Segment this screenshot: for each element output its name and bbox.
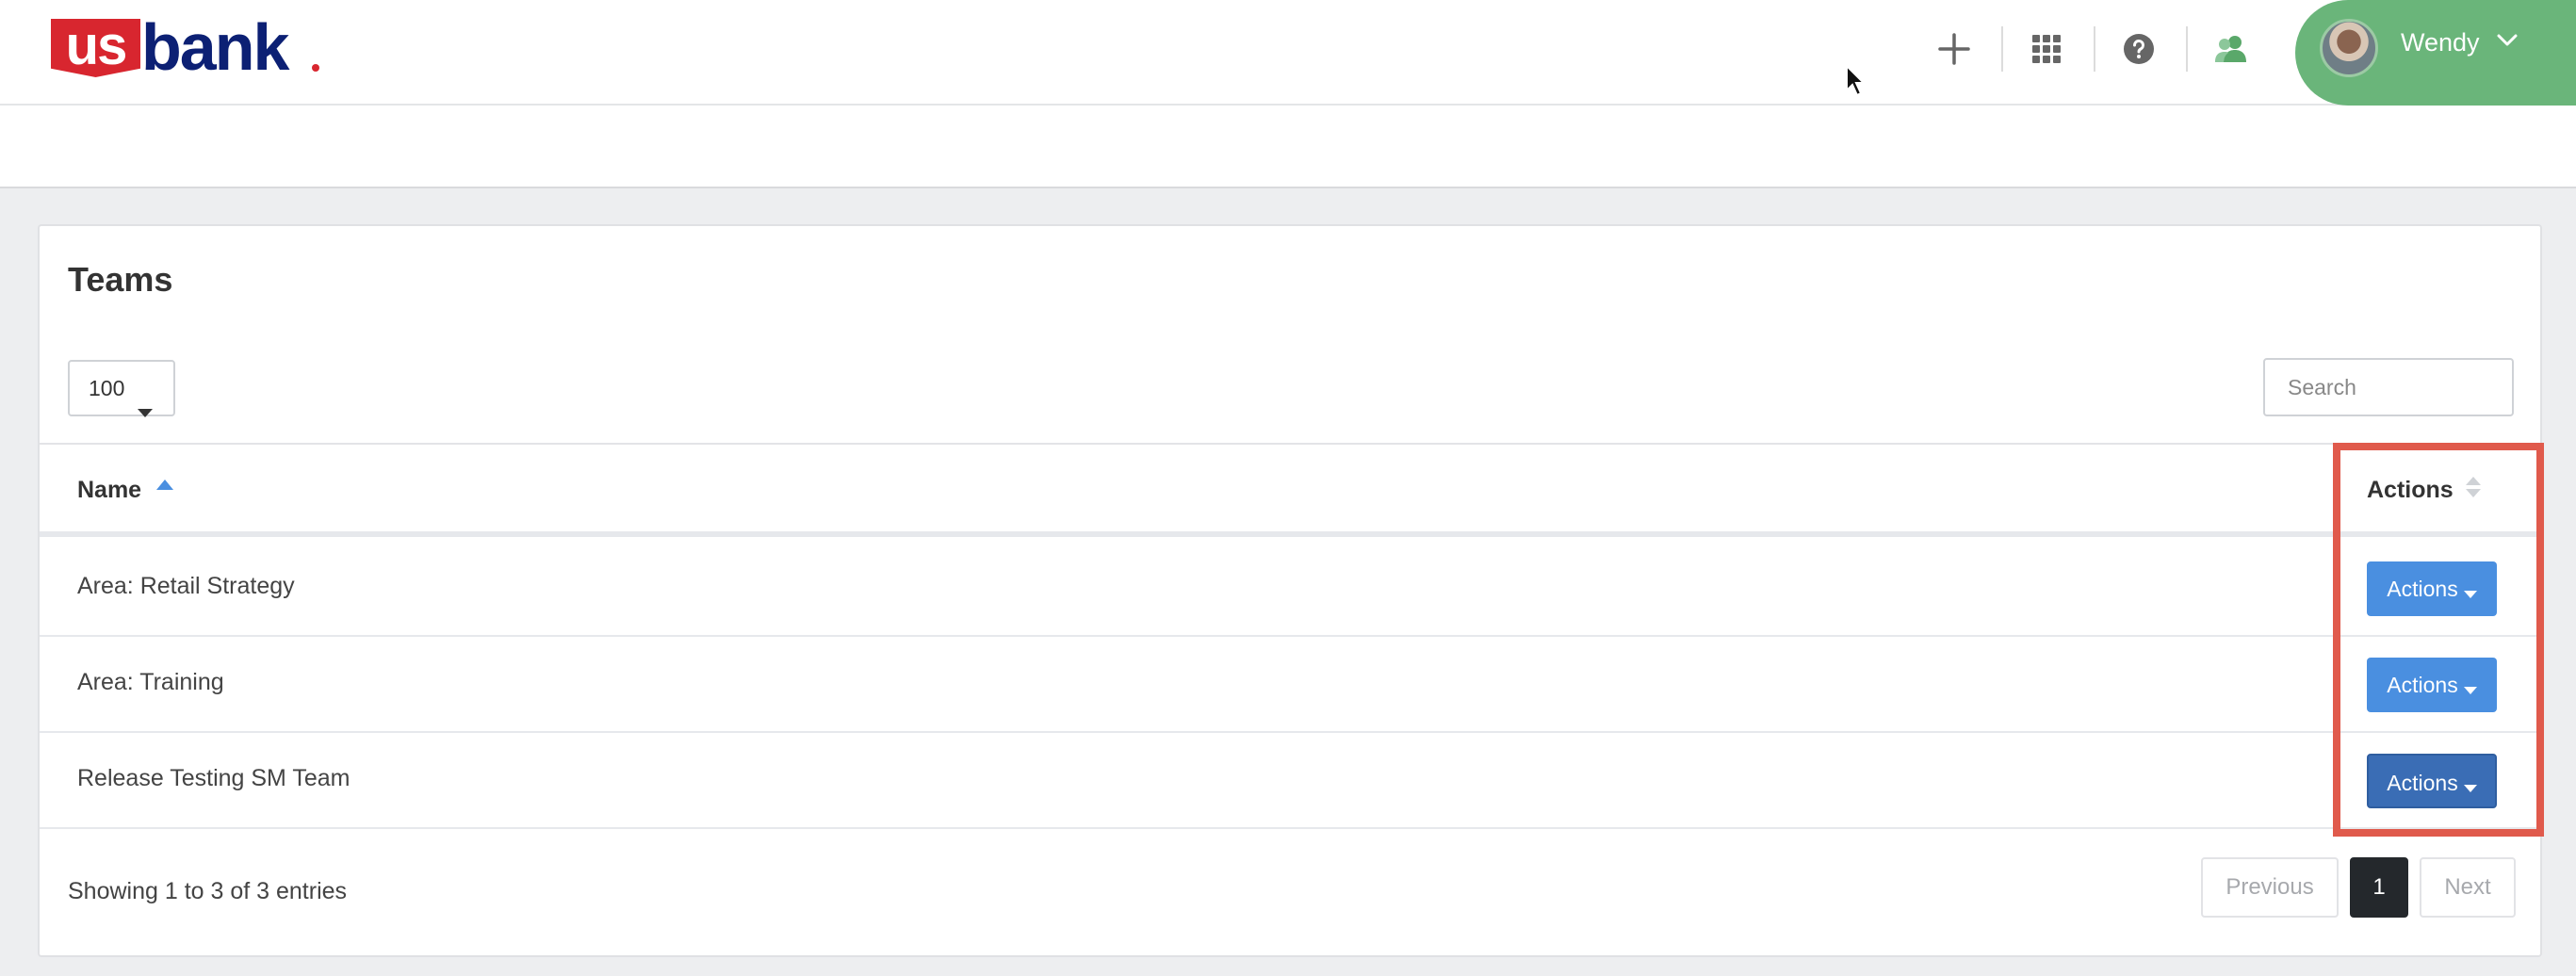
team-name: Release Testing SM Team [77, 765, 351, 791]
page-size-value: 100 [89, 376, 125, 400]
sort-both-icon[interactable] [2465, 477, 2482, 502]
column-header-name[interactable]: Name [77, 477, 141, 504]
table-row: Area: Retail Strategy Actions [40, 541, 2540, 637]
team-name: Area: Training [77, 669, 224, 695]
header-divider [2186, 26, 2188, 72]
table-row: Release Testing SM Team Actions [40, 733, 2540, 829]
teams-panel: Teams 100 Name Actions Area: Retail Stra… [38, 224, 2542, 957]
team-icon[interactable] [2203, 21, 2259, 77]
actions-button-label: Actions [2387, 771, 2458, 795]
help-icon[interactable] [2111, 21, 2167, 77]
plus-icon[interactable] [1926, 21, 1982, 77]
table-row: Area: Training Actions [40, 637, 2540, 733]
table-header: Name Actions [40, 443, 2540, 537]
user-name: Wendy [2401, 28, 2480, 57]
logo-bank-text: bank [141, 10, 289, 84]
header-divider [2094, 26, 2095, 72]
row-actions-button[interactable]: Actions [2367, 561, 2497, 616]
table-info: Showing 1 to 3 of 3 entries [68, 878, 348, 904]
caret-down-icon [2463, 563, 2477, 618]
user-avatar [2320, 19, 2378, 77]
sub-header-bar [0, 106, 2576, 188]
row-actions-button[interactable]: Actions [2367, 754, 2497, 808]
search-input[interactable] [2263, 358, 2514, 416]
sort-ascending-icon[interactable] [156, 479, 173, 496]
pagination-page-button[interactable]: 1 [2350, 857, 2408, 918]
page-size-select[interactable]: 100 [68, 360, 175, 417]
header-divider [2001, 26, 2003, 72]
pagination-next-button[interactable]: Next [2420, 857, 2516, 918]
row-actions-button[interactable]: Actions [2367, 658, 2497, 712]
logo-us-mark: us [51, 19, 140, 77]
column-header-actions[interactable]: Actions [2367, 477, 2454, 504]
team-name: Area: Retail Strategy [77, 573, 295, 599]
caret-down-icon [2463, 757, 2477, 812]
logo-dot [312, 64, 319, 72]
actions-button-label: Actions [2387, 673, 2458, 697]
caret-down-icon [138, 384, 153, 437]
top-navbar: us bank Wendy [0, 0, 2576, 106]
page-title: Teams [68, 260, 173, 299]
usbank-logo[interactable]: us bank [51, 10, 324, 84]
pagination-previous-button[interactable]: Previous [2201, 857, 2339, 918]
user-menu[interactable]: Wendy [2295, 0, 2576, 106]
actions-button-label: Actions [2387, 577, 2458, 601]
mouse-cursor-icon [1845, 63, 1869, 103]
caret-down-icon [2463, 659, 2477, 714]
chevron-down-icon [2497, 34, 2518, 52]
apps-grid-icon[interactable] [2018, 21, 2075, 77]
